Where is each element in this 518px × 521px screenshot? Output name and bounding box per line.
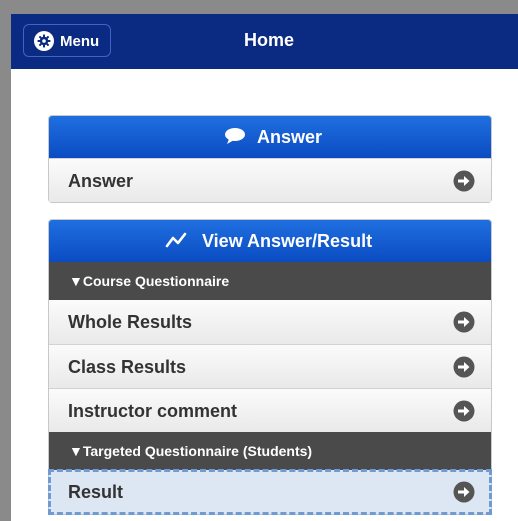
page-title: Home bbox=[244, 30, 295, 50]
class-results-label: Class Results bbox=[68, 357, 187, 377]
menu-button-label: Menu bbox=[60, 33, 100, 50]
view-panel-header: View Answer/Result bbox=[49, 220, 491, 262]
whole-results-row[interactable]: Whole Results bbox=[49, 300, 491, 344]
chevron-circle-right-icon bbox=[453, 356, 475, 378]
line-chart-icon bbox=[165, 230, 187, 255]
speech-bubble-icon bbox=[224, 127, 246, 150]
answer-panel-header: Answer bbox=[49, 116, 491, 158]
answer-panel: Answer Answer bbox=[48, 115, 492, 203]
app-header: Menu Home bbox=[11, 14, 518, 69]
gear-icon bbox=[34, 31, 54, 51]
section-course-questionnaire: ▼Course Questionnaire bbox=[49, 262, 491, 300]
answer-row[interactable]: Answer bbox=[49, 158, 491, 202]
chevron-circle-right-icon bbox=[453, 481, 475, 503]
window-frame-left bbox=[0, 0, 11, 521]
answer-row-label: Answer bbox=[68, 171, 134, 191]
menu-button[interactable]: Menu bbox=[23, 24, 111, 57]
view-answer-result-panel: View Answer/Result ▼Course Questionnaire… bbox=[48, 219, 492, 515]
answer-panel-title: Answer bbox=[257, 127, 323, 147]
section-title: ▼Course Questionnaire bbox=[69, 273, 230, 289]
chevron-circle-right-icon bbox=[453, 170, 475, 192]
view-panel-title: View Answer/Result bbox=[202, 231, 373, 251]
instructor-comment-row[interactable]: Instructor comment bbox=[49, 388, 491, 432]
window-frame-top bbox=[0, 0, 518, 14]
section-targeted-questionnaire: ▼Targeted Questionnaire (Students) bbox=[49, 432, 491, 470]
whole-results-label: Whole Results bbox=[68, 312, 193, 332]
chevron-circle-right-icon bbox=[453, 400, 475, 422]
chevron-circle-right-icon bbox=[453, 311, 475, 333]
section-title: ▼Targeted Questionnaire (Students) bbox=[69, 443, 313, 459]
class-results-row[interactable]: Class Results bbox=[49, 344, 491, 388]
instructor-comment-label: Instructor comment bbox=[68, 401, 238, 421]
result-label: Result bbox=[68, 482, 124, 502]
result-row[interactable]: Result bbox=[48, 469, 492, 515]
